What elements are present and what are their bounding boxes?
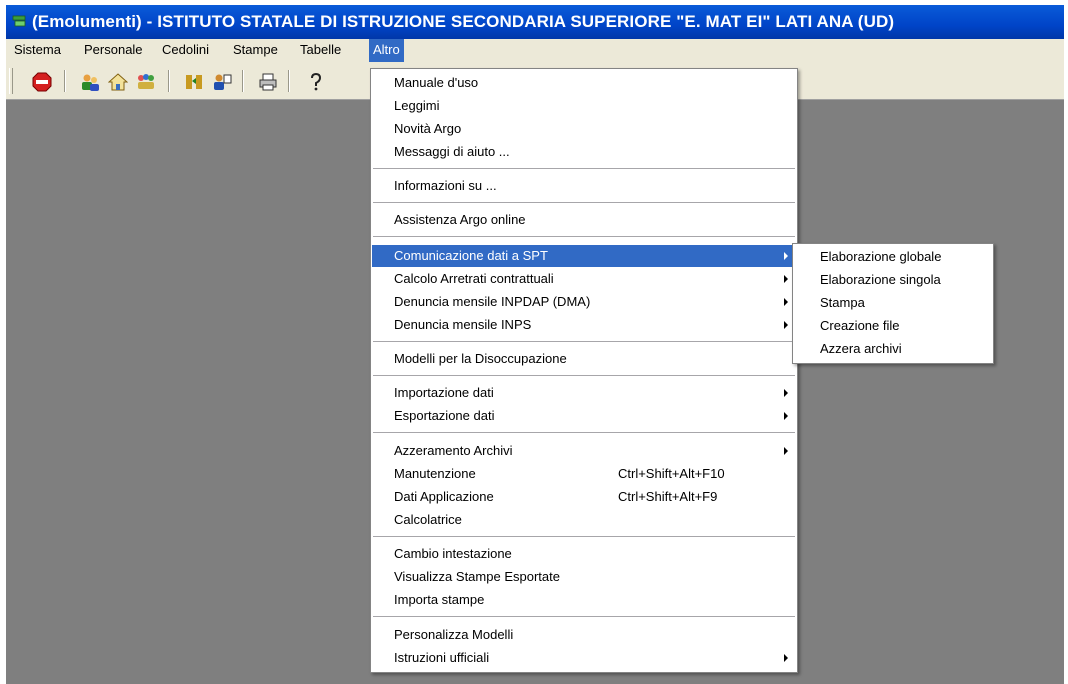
menu-stampe[interactable]: Stampe xyxy=(229,39,282,62)
menu-sistema[interactable]: Sistema xyxy=(10,39,65,62)
people-icon[interactable] xyxy=(80,72,100,92)
stop-icon[interactable] xyxy=(32,72,52,92)
menu-separator xyxy=(373,168,795,169)
submenu-arrow-icon xyxy=(784,412,788,420)
spt-submenu: Elaborazione globale Elaborazione singol… xyxy=(792,243,994,364)
menu-item-manuale-uso[interactable]: Manuale d'uso xyxy=(372,72,796,94)
menu-altro[interactable]: Altro xyxy=(369,39,404,62)
submenu-item-creazione-file[interactable]: Creazione file xyxy=(794,314,992,337)
submenu-arrow-icon xyxy=(784,298,788,306)
transfer-icon[interactable] xyxy=(184,72,204,92)
menu-separator xyxy=(373,432,795,433)
menu-item-dati-applicazione[interactable]: Dati Applicazione Ctrl+Shift+Alt+F9 xyxy=(372,486,796,508)
menu-separator xyxy=(373,236,795,237)
argo-app-icon xyxy=(12,15,26,27)
window-title: (Emolumenti) - ISTITUTO STATALE DI ISTRU… xyxy=(32,12,895,31)
menu-bar: Sistema Personale Cedolini Stampe Tabell… xyxy=(6,39,1064,62)
toolbar-separator xyxy=(288,70,290,92)
submenu-item-stampa[interactable]: Stampa xyxy=(794,291,992,314)
shortcut-label: Ctrl+Shift+Alt+F9 xyxy=(618,489,718,504)
menu-item-visualizza-stampe[interactable]: Visualizza Stampe Esportate xyxy=(372,566,796,588)
menu-cedolini[interactable]: Cedolini xyxy=(158,39,213,62)
group-icon[interactable] xyxy=(136,72,156,92)
menu-tabelle[interactable]: Tabelle xyxy=(296,39,345,62)
toolbar-separator xyxy=(64,70,66,92)
menu-personale[interactable]: Personale xyxy=(80,39,147,62)
shortcut-label: Ctrl+Shift+Alt+F10 xyxy=(618,466,725,481)
submenu-item-elaborazione-singola[interactable]: Elaborazione singola xyxy=(794,268,992,291)
menu-item-leggimi[interactable]: Leggimi xyxy=(372,95,796,117)
menu-item-comunicazione-spt[interactable]: Comunicazione dati a SPT xyxy=(372,245,796,267)
users-config-icon[interactable] xyxy=(212,72,232,92)
menu-separator xyxy=(373,616,795,617)
menu-item-manutenzione[interactable]: Manutenzione Ctrl+Shift+Alt+F10 xyxy=(372,463,796,485)
title-bar[interactable]: (Emolumenti) - ISTITUTO STATALE DI ISTRU… xyxy=(6,5,1064,39)
menu-item-personalizza-modelli[interactable]: Personalizza Modelli xyxy=(372,624,796,646)
submenu-arrow-icon xyxy=(784,654,788,662)
printer-icon[interactable] xyxy=(258,72,278,92)
menu-item-denuncia-inps[interactable]: Denuncia mensile INPS xyxy=(372,314,796,336)
menu-item-importazione-dati[interactable]: Importazione dati xyxy=(372,382,796,404)
menu-item-esportazione-dati[interactable]: Esportazione dati xyxy=(372,405,796,427)
toolbar-separator xyxy=(168,70,170,92)
menu-separator xyxy=(373,202,795,203)
menu-item-cambio-intestazione[interactable]: Cambio intestazione xyxy=(372,543,796,565)
menu-separator xyxy=(373,536,795,537)
help-icon[interactable] xyxy=(306,72,326,92)
submenu-arrow-icon xyxy=(784,252,788,260)
menu-item-azzeramento-archivi[interactable]: Azzeramento Archivi xyxy=(372,440,796,462)
menu-separator xyxy=(373,375,795,376)
menu-item-denuncia-inpdap[interactable]: Denuncia mensile INPDAP (DMA) xyxy=(372,291,796,313)
menu-item-importa-stampe[interactable]: Importa stampe xyxy=(372,589,796,611)
submenu-item-elaborazione-globale[interactable]: Elaborazione globale xyxy=(794,245,992,268)
submenu-arrow-icon xyxy=(784,447,788,455)
submenu-arrow-icon xyxy=(784,321,788,329)
submenu-item-azzera-archivi[interactable]: Azzera archivi xyxy=(794,337,992,360)
toolbar-grip[interactable] xyxy=(9,68,13,94)
house-icon[interactable] xyxy=(108,72,128,92)
menu-item-informazioni-su[interactable]: Informazioni su ... xyxy=(372,175,796,197)
menu-item-calcolatrice[interactable]: Calcolatrice xyxy=(372,509,796,531)
altro-dropdown-menu: Manuale d'uso Leggimi Novità Argo Messag… xyxy=(370,68,798,673)
menu-separator xyxy=(373,341,795,342)
toolbar-separator xyxy=(242,70,244,92)
menu-item-modelli-disoccupazione[interactable]: Modelli per la Disoccupazione xyxy=(372,348,796,370)
submenu-arrow-icon xyxy=(784,389,788,397)
menu-item-assistenza-argo[interactable]: Assistenza Argo online xyxy=(372,209,796,231)
menu-item-novita-argo[interactable]: Novità Argo xyxy=(372,118,796,140)
menu-item-messaggi-aiuto[interactable]: Messaggi di aiuto ... xyxy=(372,141,796,163)
menu-item-istruzioni-ufficiali[interactable]: Istruzioni ufficiali xyxy=(372,647,796,669)
submenu-arrow-icon xyxy=(784,275,788,283)
menu-item-calcolo-arretrati[interactable]: Calcolo Arretrati contrattuali xyxy=(372,268,796,290)
